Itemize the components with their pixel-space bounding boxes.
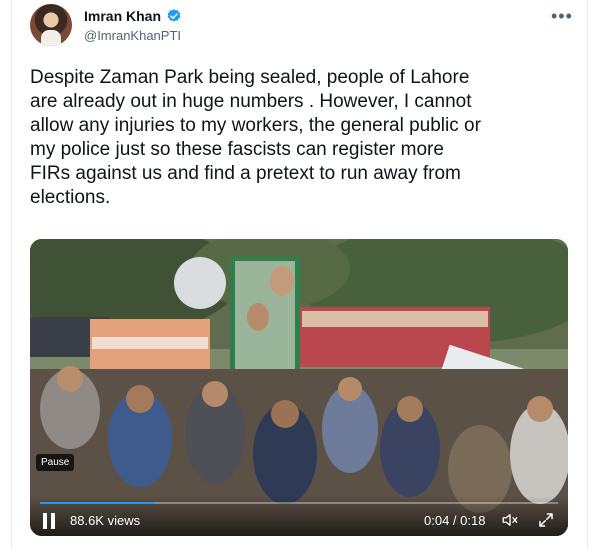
video-player[interactable]: Pause 88.6K views 0:04 / 0:18 xyxy=(30,239,568,536)
tweet-text-line: allow any injuries to my workers, the ge… xyxy=(30,115,481,136)
tweet-text-line: elections. xyxy=(30,187,111,208)
tweet-text-line: FIRs against us and find a pretext to ru… xyxy=(30,163,461,184)
pause-icon[interactable] xyxy=(42,513,56,529)
video-progress-bar[interactable] xyxy=(40,502,558,504)
fullscreen-icon[interactable] xyxy=(537,511,555,529)
author-name[interactable]: Imran Khan xyxy=(84,8,161,24)
tweet-text: Despite Zaman Park being sealed, people … xyxy=(30,66,560,210)
author-handle[interactable]: @ImranKhanPTI xyxy=(84,28,181,43)
tweet-text-line: are already out in huge numbers . Howeve… xyxy=(30,91,472,112)
video-time: 0:04 / 0:18 xyxy=(424,513,486,528)
tweet-text-line: Despite Zaman Park being sealed, people … xyxy=(30,67,470,88)
author-avatar[interactable] xyxy=(30,4,72,46)
pause-tooltip: Pause xyxy=(36,454,75,471)
speaker-muted-icon[interactable] xyxy=(500,511,520,529)
video-frame xyxy=(30,239,568,536)
verified-badge-icon xyxy=(167,9,181,22)
video-controls: 88.6K views 0:04 / 0:18 xyxy=(30,496,568,536)
more-icon[interactable]: ••• xyxy=(551,6,573,27)
tweet-text-line: my police just so these fascists can reg… xyxy=(30,139,444,160)
video-progress-fill xyxy=(40,502,154,504)
view-count: 88.6K views xyxy=(70,513,141,528)
